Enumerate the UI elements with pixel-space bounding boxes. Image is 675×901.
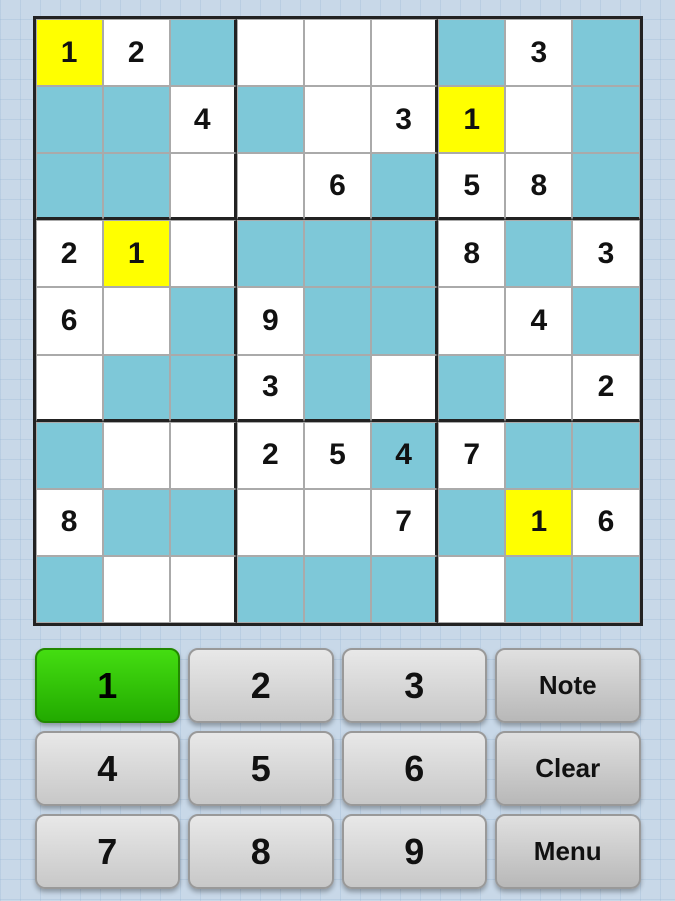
sudoku-grid: 12343165821836943225478716	[33, 16, 643, 626]
cell-2-3[interactable]	[237, 153, 304, 220]
cell-0-8[interactable]	[572, 19, 639, 86]
cell-2-2[interactable]	[170, 153, 237, 220]
cell-3-5[interactable]	[371, 220, 438, 287]
cell-2-8[interactable]	[572, 153, 639, 220]
cell-7-1[interactable]	[103, 489, 170, 556]
numpad-btn-2[interactable]: 2	[188, 648, 334, 723]
cell-5-4[interactable]	[304, 355, 371, 422]
cell-5-8[interactable]: 2	[572, 355, 639, 422]
cell-5-0[interactable]	[36, 355, 103, 422]
cell-7-6[interactable]	[438, 489, 505, 556]
cell-4-2[interactable]	[170, 287, 237, 354]
cell-8-6[interactable]	[438, 556, 505, 623]
cell-5-3[interactable]: 3	[237, 355, 304, 422]
cell-1-7[interactable]	[505, 86, 572, 153]
cell-0-5[interactable]	[371, 19, 438, 86]
numpad-btn-clear[interactable]: Clear	[495, 731, 641, 806]
cell-4-3[interactable]: 9	[237, 287, 304, 354]
numpad-btn-5[interactable]: 5	[188, 731, 334, 806]
cell-6-4[interactable]: 5	[304, 422, 371, 489]
cell-8-5[interactable]	[371, 556, 438, 623]
cell-0-2[interactable]	[170, 19, 237, 86]
cell-6-1[interactable]	[103, 422, 170, 489]
cell-1-6[interactable]: 1	[438, 86, 505, 153]
cell-0-3[interactable]	[237, 19, 304, 86]
numpad-btn-4[interactable]: 4	[35, 731, 181, 806]
cell-5-6[interactable]	[438, 355, 505, 422]
cell-7-7[interactable]: 1	[505, 489, 572, 556]
cell-0-1[interactable]: 2	[103, 19, 170, 86]
cell-6-0[interactable]	[36, 422, 103, 489]
cell-7-2[interactable]	[170, 489, 237, 556]
cell-2-0[interactable]	[36, 153, 103, 220]
cell-2-5[interactable]	[371, 153, 438, 220]
cell-8-2[interactable]	[170, 556, 237, 623]
cell-6-2[interactable]	[170, 422, 237, 489]
cell-8-8[interactable]	[572, 556, 639, 623]
cell-2-4[interactable]: 6	[304, 153, 371, 220]
cell-5-7[interactable]	[505, 355, 572, 422]
cell-0-4[interactable]	[304, 19, 371, 86]
cell-6-5[interactable]: 4	[371, 422, 438, 489]
cell-7-3[interactable]	[237, 489, 304, 556]
cell-6-3[interactable]: 2	[237, 422, 304, 489]
cell-0-7[interactable]: 3	[505, 19, 572, 86]
cell-8-0[interactable]	[36, 556, 103, 623]
cell-1-5[interactable]: 3	[371, 86, 438, 153]
cell-1-0[interactable]	[36, 86, 103, 153]
cell-3-3[interactable]	[237, 220, 304, 287]
cell-8-1[interactable]	[103, 556, 170, 623]
cell-4-1[interactable]	[103, 287, 170, 354]
cell-1-2[interactable]: 4	[170, 86, 237, 153]
cell-1-8[interactable]	[572, 86, 639, 153]
cell-7-5[interactable]: 7	[371, 489, 438, 556]
cell-7-0[interactable]: 8	[36, 489, 103, 556]
cell-7-4[interactable]	[304, 489, 371, 556]
cell-1-3[interactable]	[237, 86, 304, 153]
cell-3-8[interactable]: 3	[572, 220, 639, 287]
cell-1-1[interactable]	[103, 86, 170, 153]
cell-5-2[interactable]	[170, 355, 237, 422]
cell-3-4[interactable]	[304, 220, 371, 287]
header	[0, 0, 675, 16]
cell-3-7[interactable]	[505, 220, 572, 287]
cell-5-5[interactable]	[371, 355, 438, 422]
cell-6-7[interactable]	[505, 422, 572, 489]
cell-0-0[interactable]: 1	[36, 19, 103, 86]
cell-5-1[interactable]	[103, 355, 170, 422]
cell-2-6[interactable]: 5	[438, 153, 505, 220]
cell-4-7[interactable]: 4	[505, 287, 572, 354]
cell-6-6[interactable]: 7	[438, 422, 505, 489]
numpad-btn-1[interactable]: 1	[35, 648, 181, 723]
cell-3-0[interactable]: 2	[36, 220, 103, 287]
cell-8-4[interactable]	[304, 556, 371, 623]
cell-3-1[interactable]: 1	[103, 220, 170, 287]
numpad-btn-note[interactable]: Note	[495, 648, 641, 723]
cell-4-5[interactable]	[371, 287, 438, 354]
numpad: 123Note 456Clear 789Menu	[23, 636, 653, 901]
cell-4-6[interactable]	[438, 287, 505, 354]
numpad-btn-6[interactable]: 6	[342, 731, 488, 806]
cell-1-4[interactable]	[304, 86, 371, 153]
numpad-btn-8[interactable]: 8	[188, 814, 334, 889]
cell-3-2[interactable]	[170, 220, 237, 287]
cell-3-6[interactable]: 8	[438, 220, 505, 287]
cell-2-1[interactable]	[103, 153, 170, 220]
cell-7-8[interactable]: 6	[572, 489, 639, 556]
cell-4-8[interactable]	[572, 287, 639, 354]
numpad-btn-9[interactable]: 9	[342, 814, 488, 889]
cell-2-7[interactable]: 8	[505, 153, 572, 220]
numpad-btn-menu[interactable]: Menu	[495, 814, 641, 889]
numpad-btn-7[interactable]: 7	[35, 814, 181, 889]
cell-6-8[interactable]	[572, 422, 639, 489]
grid-container: 12343165821836943225478716	[23, 16, 653, 626]
cell-8-7[interactable]	[505, 556, 572, 623]
cell-4-0[interactable]: 6	[36, 287, 103, 354]
cell-0-6[interactable]	[438, 19, 505, 86]
cell-4-4[interactable]	[304, 287, 371, 354]
cell-8-3[interactable]	[237, 556, 304, 623]
numpad-btn-3[interactable]: 3	[342, 648, 488, 723]
